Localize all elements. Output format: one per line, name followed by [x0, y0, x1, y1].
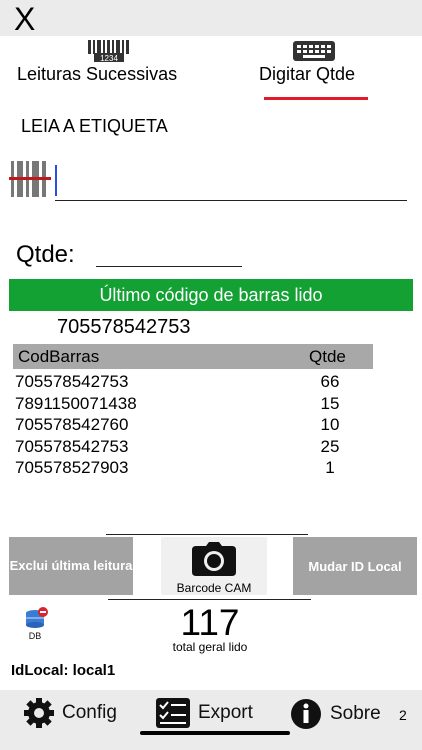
cell-codbarras: 705578542753 [15, 437, 129, 456]
checklist-icon [156, 698, 190, 728]
change-local-id-button[interactable]: Mudar ID Local [293, 537, 417, 595]
table-row[interactable]: 705578527903 1 [15, 458, 375, 479]
active-mode-underline [264, 97, 368, 100]
barcode-1234-icon[interactable]: 1234 [86, 40, 132, 63]
divider-line [108, 599, 311, 600]
barcode-icon-digits: 1234 [100, 54, 118, 62]
instruction-text: LEIA A ETIQUETA [21, 116, 168, 136]
nav-export[interactable]: Export [156, 698, 253, 728]
mode-type-quantity-label[interactable]: Digitar Qtde [259, 64, 355, 85]
db-label: DB [29, 631, 42, 641]
camera-button-label: Barcode CAM [176, 581, 252, 595]
qtde-label: Qtde: [16, 241, 75, 268]
top-bar [0, 0, 422, 36]
local-id-text: IdLocal: local1 [11, 662, 116, 679]
close-button[interactable]: X [14, 2, 35, 36]
divider-line [106, 534, 308, 535]
cell-codbarras: 7891150071438 [15, 394, 137, 413]
cell-codbarras: 705578527903 [15, 458, 129, 477]
barcode-input-underline [55, 200, 407, 201]
keyboard-icon[interactable] [293, 41, 335, 61]
cell-qtde: 1 [325, 458, 335, 477]
column-header-codbarras: CodBarras [18, 347, 100, 366]
table-row[interactable]: 705578542753 66 [15, 372, 375, 393]
last-code-banner: Último código de barras lido [9, 279, 413, 311]
nav-config-label: Config [62, 702, 117, 723]
nav-sobre[interactable]: Sobre [290, 698, 381, 730]
info-icon [290, 698, 326, 730]
table-header: CodBarras Qtde [13, 344, 373, 369]
column-header-qtde: Qtde [309, 347, 346, 366]
nav-sobre-label: Sobre [330, 703, 381, 724]
cell-qtde: 10 [320, 415, 340, 434]
barcode-input[interactable] [55, 162, 407, 200]
cell-codbarras: 705578542760 [15, 415, 129, 434]
table-row[interactable]: 7891150071438 15 [15, 394, 375, 415]
page-number: 2 [399, 707, 407, 723]
delete-last-read-button[interactable]: Exclui última leitura [9, 537, 133, 595]
barcode-scan-icon[interactable] [9, 161, 51, 197]
database-icon[interactable]: DB [24, 607, 50, 641]
last-code-value: 705578542753 [57, 316, 191, 338]
total-label: total geral lido [172, 640, 248, 654]
camera-icon [192, 542, 236, 576]
mode-successive-reads-label[interactable]: Leituras Sucessivas [17, 64, 177, 85]
qtde-input[interactable] [96, 240, 242, 266]
cell-qtde: 66 [320, 372, 340, 391]
gear-icon [22, 698, 56, 728]
total-count: 117 [180, 602, 240, 643]
barcode-camera-button[interactable]: Barcode CAM [161, 537, 267, 595]
nav-config[interactable]: Config [22, 698, 117, 728]
table-row[interactable]: 705578542760 10 [15, 415, 375, 436]
home-indicator[interactable] [140, 731, 290, 735]
qtde-input-underline [96, 266, 242, 267]
cell-qtde: 15 [320, 394, 340, 413]
cell-codbarras: 705578542753 [15, 372, 129, 391]
cell-qtde: 25 [320, 437, 340, 456]
table-row[interactable]: 705578542753 25 [15, 437, 375, 458]
nav-export-label: Export [198, 702, 253, 723]
